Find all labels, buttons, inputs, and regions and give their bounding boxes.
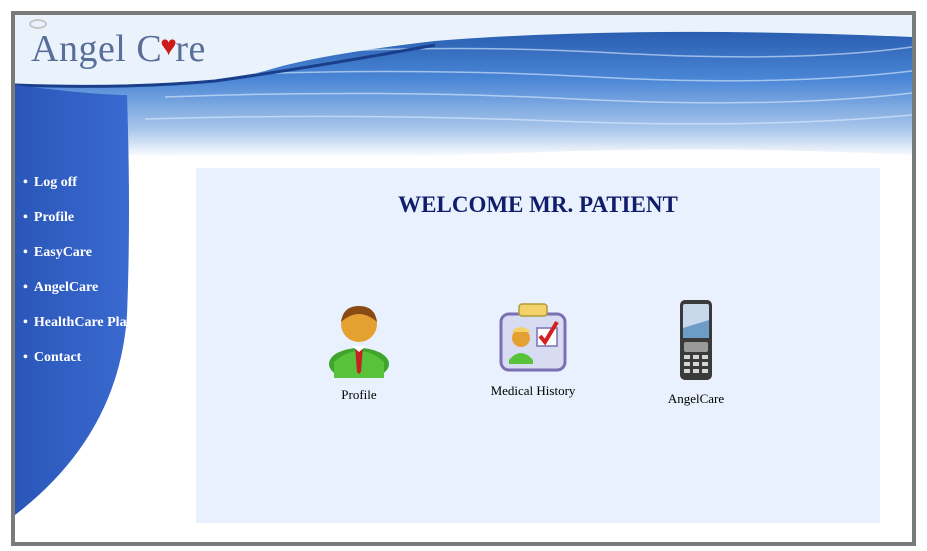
bullet-icon: • [23,350,28,365]
bullet-icon: • [23,315,28,330]
tile-label: AngelCare [667,391,725,406]
brand-prefix: Angel C [31,28,163,70]
app-window: Angel C♥re • Log off • Profile • EasyCare •… [11,11,916,546]
nav-label: Log off [33,175,78,190]
bullet-icon: • [23,175,28,190]
tile-label: Medical History [490,383,576,398]
page-title: WELCOME MR. PATIENT [398,192,678,217]
medical-record-icon [499,303,567,372]
bullet-icon: • [23,245,28,260]
bullet-icon: • [23,280,28,295]
medical-history-tile[interactable]: Medical History [478,298,588,399]
bullet-icon: • [23,210,28,225]
nav-label: AngelCare [33,280,99,295]
user-avatar-icon [329,306,389,380]
main-panel: WELCOME MR. PATIENT Profile Medical Hist… [196,168,880,523]
nav-item-angelcare[interactable]: • AngelCare [23,280,138,295]
nav-item-contact[interactable]: • Contact [23,350,138,365]
brand-suffix: re [175,28,206,70]
brand-logo[interactable]: Angel C♥re [31,27,206,71]
nav-label: HealthCare Plan [33,315,135,330]
nav-label: Contact [33,350,82,365]
tile-label: Profile [341,387,377,402]
angelcare-tile[interactable]: AngelCare [656,298,736,407]
nav-label: EasyCare [33,245,92,260]
nav-label: Profile [33,210,75,225]
sidebar-nav: • Log off • Profile • EasyCare • AngelCare •… [23,175,138,385]
nav-item-healthcare-plan[interactable]: • HealthCare Plan [23,315,138,330]
mobile-phone-icon [680,300,712,380]
nav-item-easycare[interactable]: • EasyCare [23,245,138,260]
nav-item-log-off[interactable]: • Log off [23,175,138,190]
heart-icon: ♥ [160,31,178,62]
nav-item-profile[interactable]: • Profile [23,210,138,225]
profile-tile[interactable]: Profile [324,302,394,403]
